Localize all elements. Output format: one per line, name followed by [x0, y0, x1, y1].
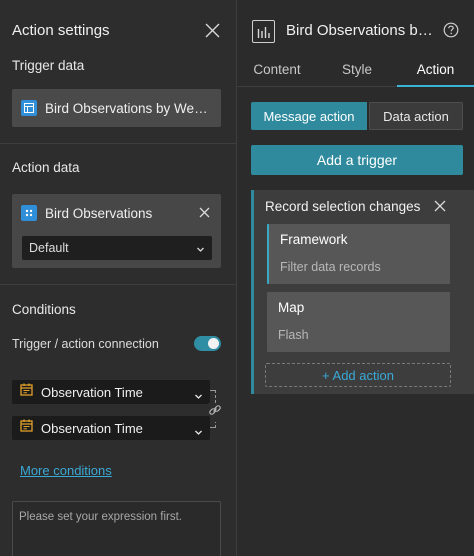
data-view-value: Default [29, 241, 69, 255]
tab-content[interactable]: Content [237, 62, 317, 86]
chevron-down-icon [194, 388, 203, 406]
calendar-icon [20, 419, 33, 437]
data-view-select[interactable]: Default [22, 236, 212, 260]
divider [0, 284, 236, 285]
condition-field-name: Observation Time [41, 384, 143, 400]
action-name: Framework [280, 232, 348, 247]
expression-input[interactable]: Please set your expression first. [12, 501, 221, 556]
close-icon[interactable] [434, 200, 450, 216]
chevron-down-icon [196, 243, 205, 257]
condition-field-select[interactable]: Observation Time [12, 380, 210, 404]
trigger-action-connection-toggle[interactable] [194, 336, 221, 351]
conditions-label: Conditions [12, 302, 76, 317]
trigger-action-connection-label: Trigger / action connection [12, 337, 159, 351]
link-icon[interactable] [208, 403, 222, 422]
divider [0, 143, 236, 144]
widget-title: Bird Observations by Weather [286, 22, 434, 39]
add-trigger-button[interactable]: Add a trigger [251, 145, 463, 175]
message-action-segment[interactable]: Message action [251, 102, 367, 130]
action-name: Map [278, 300, 305, 315]
action-item-map[interactable]: Map Flash [267, 292, 450, 352]
widget-settings-panel: Bird Observations by Weather Content Sty… [237, 0, 474, 556]
more-conditions-link[interactable]: More conditions [20, 463, 112, 478]
panel-title: Action settings [12, 22, 110, 39]
tab-style[interactable]: Style [317, 62, 397, 86]
close-icon[interactable] [205, 23, 221, 39]
action-description: Flash [278, 328, 309, 342]
trigger-data-label: Trigger data [12, 58, 85, 73]
trigger-card: Record selection changes Framework Filte… [251, 190, 474, 394]
action-description: Filter data records [280, 260, 381, 274]
help-icon[interactable] [443, 22, 459, 43]
calendar-icon [20, 383, 33, 401]
action-item-framework[interactable]: Framework Filter data records [267, 224, 450, 284]
trigger-data-source[interactable]: Bird Observations by Weather [12, 89, 221, 127]
data-action-segment[interactable]: Data action [369, 102, 463, 130]
action-data-source: Bird Observations Default [12, 194, 221, 268]
active-tab-indicator [397, 85, 474, 87]
add-action-button[interactable]: + Add action [265, 363, 451, 387]
trigger-data-source-name: Bird Observations by Weather [45, 100, 215, 116]
action-data-label: Action data [12, 160, 80, 175]
tab-action[interactable]: Action [397, 62, 474, 86]
trigger-card-title: Record selection changes [265, 199, 421, 214]
action-data-source-name: Bird Observations [45, 205, 153, 221]
chevron-down-icon [194, 424, 203, 442]
condition-field-name: Observation Time [41, 420, 143, 436]
close-icon[interactable] [199, 207, 215, 223]
datasource-icon [21, 205, 37, 221]
expression-placeholder: Please set your expression first. [19, 511, 182, 523]
datasource-icon [21, 100, 37, 116]
action-settings-panel: Action settings Trigger data Bird Observ… [0, 0, 236, 556]
condition-field-select[interactable]: Observation Time [12, 416, 210, 440]
toggle-knob [208, 338, 219, 349]
widget-chart-icon [252, 20, 275, 43]
